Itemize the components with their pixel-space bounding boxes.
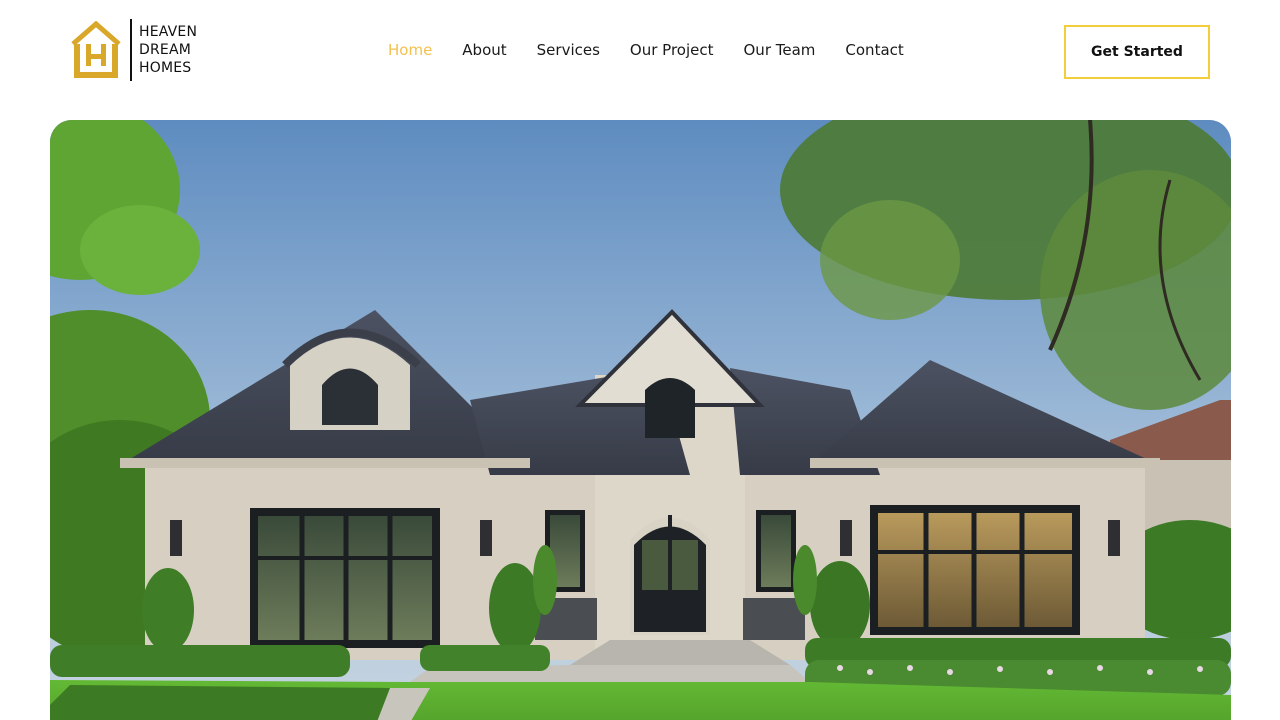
nav-about[interactable]: About — [462, 39, 506, 61]
logo-divider — [130, 19, 132, 81]
logo-line-dream: DREAM — [139, 42, 192, 58]
main-nav: Home About Services Our Project Our Team… — [388, 39, 934, 61]
logo-line-heaven: HEAVEN — [139, 24, 198, 40]
get-started-button[interactable]: Get Started — [1064, 25, 1210, 79]
nav-our-team[interactable]: Our Team — [744, 39, 816, 61]
site-header: HEAVEN DREAM HOMES Home About Services O… — [0, 0, 1280, 100]
nav-home[interactable]: Home — [388, 39, 432, 61]
site-logo[interactable]: HEAVEN DREAM HOMES — [70, 18, 197, 82]
house-logo-icon — [71, 20, 121, 78]
hero-image — [50, 120, 1231, 720]
house-photo-illustration — [50, 120, 1231, 720]
logo-line-homes: HOMES — [139, 60, 192, 76]
nav-contact[interactable]: Contact — [845, 39, 903, 61]
nav-services[interactable]: Services — [537, 39, 600, 61]
logo-wordmark: HEAVEN DREAM HOMES — [139, 23, 197, 77]
nav-our-project[interactable]: Our Project — [630, 39, 714, 61]
